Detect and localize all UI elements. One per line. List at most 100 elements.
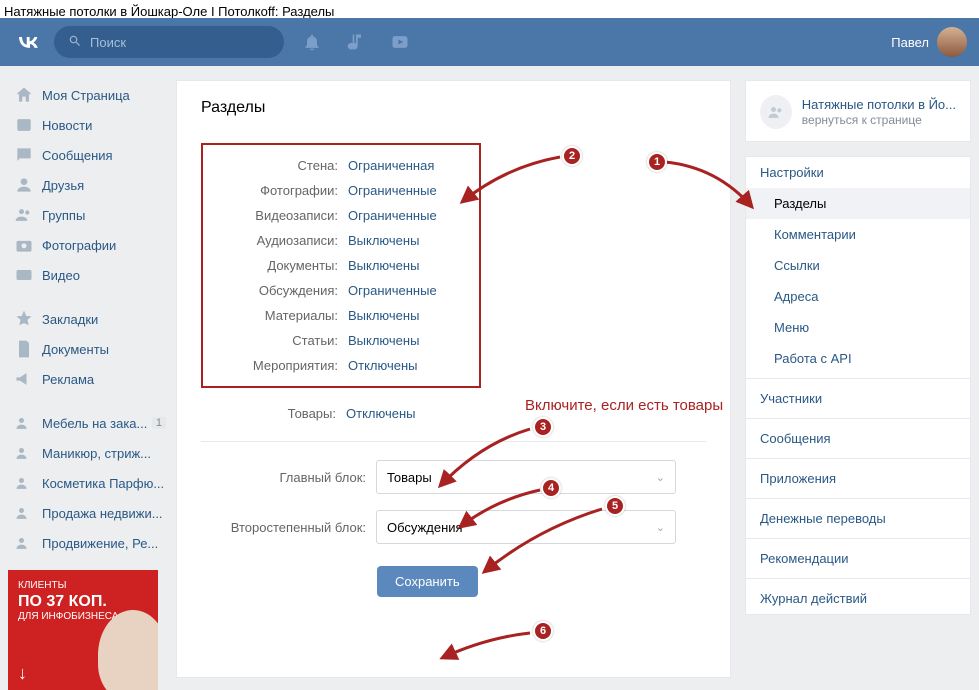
section-row-photos: Фотографии:Ограниченные xyxy=(213,178,469,203)
rmenu-menu[interactable]: Меню xyxy=(746,312,970,343)
section-val[interactable]: Ограниченные xyxy=(348,283,437,298)
nav-group-4[interactable]: Продвижение, Ре... xyxy=(8,528,172,558)
promo-face xyxy=(98,610,158,690)
rmenu-messages[interactable]: Сообщения xyxy=(746,423,970,454)
chevron-down-icon: ⌄ xyxy=(656,521,665,534)
nav-bookmarks[interactable]: Закладки xyxy=(8,304,172,334)
nav-badge: 1 xyxy=(152,417,166,429)
nav-groups[interactable]: Группы xyxy=(8,200,172,230)
rmenu-recs[interactable]: Рекомендации xyxy=(746,543,970,574)
section-val[interactable]: Ограниченные xyxy=(348,208,437,223)
promo-banner[interactable]: КЛИЕНТЫ ПО 37 КОП. ДЛЯ ИНФОБИЗНЕСА ↓ xyxy=(8,570,158,690)
annotation-arrow-6 xyxy=(430,628,540,671)
promo-line1: КЛИЕНТЫ xyxy=(18,580,148,591)
nav-friends[interactable]: Друзья xyxy=(8,170,172,200)
annotation-badge-2: 2 xyxy=(562,146,582,166)
nav-group-1[interactable]: Маникюр, стриж... xyxy=(8,438,172,468)
search-input[interactable] xyxy=(90,35,270,50)
video-play-icon[interactable] xyxy=(390,32,410,52)
nav-ads[interactable]: Реклама xyxy=(8,364,172,394)
promo-line2: ПО 37 КОП. xyxy=(18,593,148,611)
section-row-video: Видеозаписи:Ограниченные xyxy=(213,203,469,228)
annotation-badge-6: 6 xyxy=(533,621,553,641)
rmenu-sections[interactable]: Разделы xyxy=(746,188,970,219)
group-small-icon xyxy=(14,473,34,493)
star-icon xyxy=(14,309,34,329)
left-nav: Моя Страница Новости Сообщения Друзья Гр… xyxy=(8,80,176,678)
search-icon xyxy=(68,34,82,51)
video-icon xyxy=(14,265,34,285)
section-row-materials: Материалы:Выключены xyxy=(213,303,469,328)
section-row-docs: Документы:Выключены xyxy=(213,253,469,278)
group-header-card: Натяжные потолки в Йо... вернуться к стр… xyxy=(745,80,971,142)
search-box[interactable] xyxy=(54,26,284,58)
section-val[interactable]: Выключены xyxy=(348,258,419,273)
avatar xyxy=(937,27,967,57)
nav-news[interactable]: Новости xyxy=(8,110,172,140)
section-val[interactable]: Выключены xyxy=(348,233,419,248)
section-val[interactable]: Выключены xyxy=(348,308,419,323)
music-icon[interactable] xyxy=(346,32,366,52)
rmenu-links[interactable]: Ссылки xyxy=(746,250,970,281)
section-val[interactable]: Ограниченные xyxy=(348,183,437,198)
rmenu-addresses[interactable]: Адреса xyxy=(746,281,970,312)
rmenu-log[interactable]: Журнал действий xyxy=(746,583,970,614)
nav-photos[interactable]: Фотографии xyxy=(8,230,172,260)
vk-logo[interactable] xyxy=(14,28,42,56)
arrow-down-icon: ↓ xyxy=(18,663,27,684)
nav-group-2[interactable]: Косметика Парфю... xyxy=(8,468,172,498)
home-icon xyxy=(14,85,34,105)
settings-redbox: Стена:Ограниченная Фотографии:Ограниченн… xyxy=(201,143,481,388)
page-title: Разделы xyxy=(177,99,730,131)
annotation-arrow-5 xyxy=(472,504,612,587)
group-small-icon xyxy=(14,413,34,433)
chevron-down-icon: ⌄ xyxy=(656,471,665,484)
annotation-badge-1: 1 xyxy=(647,152,667,172)
group-small-icon xyxy=(14,503,34,523)
user-name: Павел xyxy=(891,35,929,50)
bell-icon[interactable] xyxy=(302,32,322,52)
nav-messages[interactable]: Сообщения xyxy=(8,140,172,170)
rmenu-apps[interactable]: Приложения xyxy=(746,463,970,494)
megaphone-icon xyxy=(14,369,34,389)
section-val[interactable]: Отключены xyxy=(348,358,417,373)
news-icon xyxy=(14,115,34,135)
rmenu-comments[interactable]: Комментарии xyxy=(746,219,970,250)
friends-icon xyxy=(14,175,34,195)
group-title-link[interactable]: Натяжные потолки в Йо... xyxy=(802,97,956,114)
back-to-page-link[interactable]: вернуться к странице xyxy=(802,113,956,127)
section-row-events: Мероприятия:Отключены xyxy=(213,353,469,378)
header-user[interactable]: Павел xyxy=(891,27,967,57)
group-small-icon xyxy=(14,443,34,463)
section-row-discussions: Обсуждения:Ограниченные xyxy=(213,278,469,303)
rmenu-settings[interactable]: Настройки xyxy=(746,157,970,188)
groups-icon xyxy=(14,205,34,225)
camera-icon xyxy=(14,235,34,255)
section-row-wall: Стена:Ограниченная xyxy=(213,153,469,178)
nav-docs[interactable]: Документы xyxy=(8,334,172,364)
group-small-icon xyxy=(14,533,34,553)
browser-title: Натяжные потолки в Йошкар-Оле I Потолкоf… xyxy=(0,0,979,18)
annotation-badge-5: 5 xyxy=(605,496,625,516)
nav-my-page[interactable]: Моя Страница xyxy=(8,80,172,110)
group-avatar-icon xyxy=(760,95,792,129)
settings-menu-card: Настройки Разделы Комментарии Ссылки Адр… xyxy=(745,156,971,615)
annotation-arrow-2 xyxy=(450,152,580,225)
right-column: Натяжные потолки в Йо... вернуться к стр… xyxy=(745,80,971,678)
nav-group-0[interactable]: Мебель на зака...1 xyxy=(8,408,172,438)
section-val[interactable]: Ограниченная xyxy=(348,158,434,173)
nav-video[interactable]: Видео xyxy=(8,260,172,290)
doc-icon xyxy=(14,339,34,359)
rmenu-api[interactable]: Работа с API xyxy=(746,343,970,374)
section-val[interactable]: Выключены xyxy=(348,333,419,348)
messages-icon xyxy=(14,145,34,165)
save-button[interactable]: Сохранить xyxy=(377,566,478,597)
nav-group-3[interactable]: Продажа недвижи... xyxy=(8,498,172,528)
annotation-badge-4: 4 xyxy=(541,478,561,498)
goods-val[interactable]: Отключены xyxy=(346,406,415,421)
section-row-articles: Статьи:Выключены xyxy=(213,328,469,353)
rmenu-money[interactable]: Денежные переводы xyxy=(746,503,970,534)
rmenu-members[interactable]: Участники xyxy=(746,383,970,414)
section-row-audio: Аудиозаписи:Выключены xyxy=(213,228,469,253)
annotation-hint-text: Включите, если есть товары xyxy=(525,397,723,416)
